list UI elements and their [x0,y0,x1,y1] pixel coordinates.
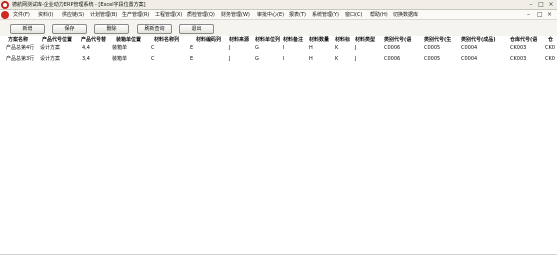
menu-bar: 文件(F) 资料(I) 供应链(S) 计划管理(B) 生产管理(R) 工程管理(… [0,10,557,20]
row-cell[interactable]: G [255,44,259,52]
row-cell[interactable]: CK003 [510,55,526,63]
save-button[interactable]: 保存 [52,24,87,34]
row-cell[interactable]: CK0 [545,55,555,63]
column-header-warehouse-truncated[interactable]: 仓 [548,36,553,44]
column-header-warehouse-code[interactable]: 仓库代号(语 [510,36,537,44]
exit-button[interactable]: 退出 [179,24,214,34]
row-cell[interactable]: E [190,44,193,52]
column-header-category-code-1[interactable]: 类别代号(语 [384,36,411,44]
window-title: 德航网测试库-企业动力ERP管理系统 - [Excel字段位置方案] [12,2,146,8]
row-cell[interactable]: G [255,55,259,63]
column-header-material-remark[interactable]: 材料备注 [283,36,303,44]
row-cell[interactable]: K [335,55,338,63]
row-cell[interactable]: C0005 [424,55,440,63]
row-cell[interactable]: E [190,55,193,63]
menu-planning[interactable]: 计划管理(B) [90,11,117,19]
menu-reports[interactable]: 报表(T) [289,11,306,19]
row-cell[interactable]: 3,4 [82,55,90,63]
column-header-material-type[interactable]: 材料类型 [355,36,375,44]
mdi-close-icon[interactable]: × [547,10,552,20]
row-cell[interactable]: C0004 [461,55,477,63]
row-cell[interactable]: CK0 [545,44,555,52]
row-cell[interactable]: 设计方案 [40,55,60,63]
column-header-product-code-position[interactable]: 产品代号位置 [42,36,72,44]
menu-engineering[interactable]: 工程管理(X) [155,11,182,19]
menu-production[interactable]: 生产管理(R) [122,11,149,19]
delete-button[interactable]: 删除 [94,24,129,34]
row-cell[interactable]: C0006 [384,44,400,52]
menu-file[interactable]: 文件(F) [13,11,30,19]
mdi-minimize-icon[interactable]: – [527,10,530,20]
column-header-material-quantity[interactable]: 材料数量 [309,36,329,44]
column-header-material-name-column[interactable]: 材料名称列 [154,36,179,44]
add-button[interactable]: 新增 [10,24,45,34]
row-cell[interactable]: C0006 [384,55,400,63]
title-bar: 德航网测试库-企业动力ERP管理系统 - [Excel字段位置方案] – □ × [0,0,557,10]
refresh-query-button[interactable]: 刷新查询 [137,24,172,34]
toolbar: 新增 保存 删除 刷新查询 退出 [0,20,557,36]
row-cell[interactable]: I [283,55,284,63]
close-icon[interactable]: × [547,1,555,9]
row-cell[interactable]: 产品总第3行 [6,55,34,63]
row-cell[interactable]: C [151,44,155,52]
column-header-material-code-column[interactable]: 材料编码列 [196,36,221,44]
row-cell[interactable]: C [151,55,155,63]
row-cell[interactable]: 装箱单 [112,44,127,52]
menu-window[interactable]: 窗口(C) [345,11,362,19]
menu-finance[interactable]: 财务管理(W) [221,11,250,19]
row-cell[interactable]: J [229,44,230,52]
column-header-material-source[interactable]: 材料来源 [229,36,249,44]
row-cell[interactable]: K [335,44,338,52]
maximize-icon[interactable]: □ [537,1,545,9]
column-header-material-mark[interactable]: 材料标 [335,36,350,44]
row-cell[interactable]: CK003 [510,44,526,52]
row-cell[interactable]: C0005 [424,44,440,52]
row-cell[interactable]: J [355,55,356,63]
minimize-icon[interactable]: – [527,1,535,9]
column-header-packing-list-position[interactable]: 装箱单位置 [116,36,141,44]
row-cell[interactable]: H [309,44,313,52]
menu-help[interactable]: 帮助(H) [370,11,388,19]
menu-switch-database[interactable]: 切换数据库 [393,11,418,19]
column-header-product-code-replace[interactable]: 产品代号替 [81,36,106,44]
data-grid[interactable]: 方案名称 产品代号位置 产品代号替 装箱单位置 材料名称列 材料编码列 材料来源… [0,36,557,255]
column-header-material-unit-column[interactable]: 材料单位列 [255,36,280,44]
row-cell[interactable]: 装箱单 [112,55,127,63]
menu-system[interactable]: 系统管理(Y) [312,11,339,19]
column-header-category-code-2[interactable]: 类别代号(生 [424,36,451,44]
column-header-category-code-finished[interactable]: 类别代号(成品) [461,36,496,44]
menu-quality[interactable]: 质检管理(Q) [187,11,215,19]
document-icon[interactable] [1,11,9,19]
app-logo-icon [1,1,9,9]
row-cell[interactable]: C0004 [461,44,477,52]
menu-data[interactable]: 资料(I) [38,11,53,19]
menu-approval-center[interactable]: 审批中心(E) [257,11,284,19]
row-cell[interactable]: J [229,55,230,63]
row-cell[interactable]: 设计方案 [40,44,60,52]
row-cell[interactable]: 产品总第4行 [6,44,34,52]
column-header-scheme-name[interactable]: 方案名称 [8,36,28,44]
row-cell[interactable]: J [355,44,356,52]
row-cell[interactable]: 4,4 [82,44,90,52]
row-cell[interactable]: I [283,44,284,52]
row-cell[interactable]: H [309,55,313,63]
mdi-restore-icon[interactable]: □ [537,10,543,20]
menu-supply-chain[interactable]: 供应链(S) [62,11,84,19]
